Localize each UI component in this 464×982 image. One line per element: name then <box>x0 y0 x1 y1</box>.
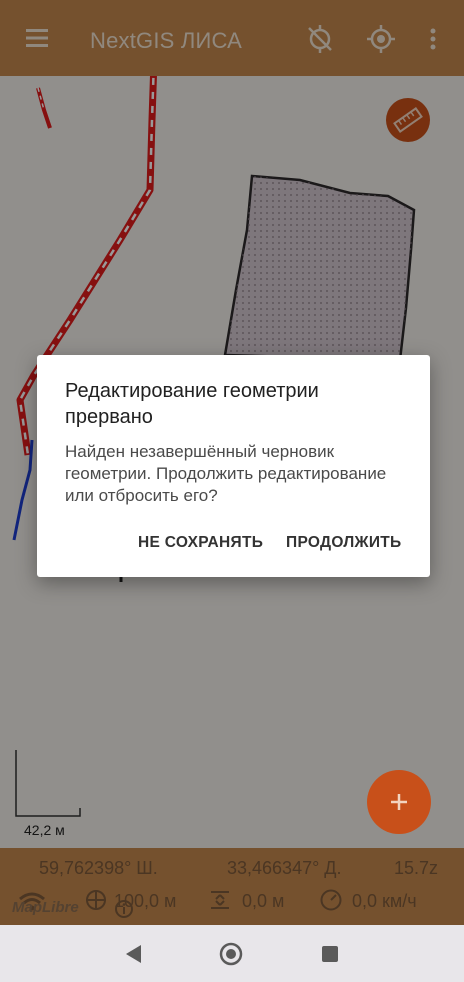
system-nav-bar <box>0 925 464 982</box>
dialog-message: Найден незавершённый черновик геометрии.… <box>65 442 387 505</box>
continue-button[interactable]: ПРОДОЛЖИТЬ <box>286 534 401 552</box>
recents-square-icon[interactable] <box>320 944 340 964</box>
dialog-title: Редактирование геометрии прервано <box>65 380 319 428</box>
home-circle-icon[interactable] <box>219 942 243 966</box>
add-button[interactable] <box>367 770 431 834</box>
back-triangle-icon[interactable] <box>124 944 144 964</box>
discard-button[interactable]: НЕ СОХРАНЯТЬ <box>138 534 263 552</box>
geometry-draft-dialog: Редактирование геометрии прервано Найден… <box>37 355 430 577</box>
add-icon <box>391 794 407 810</box>
